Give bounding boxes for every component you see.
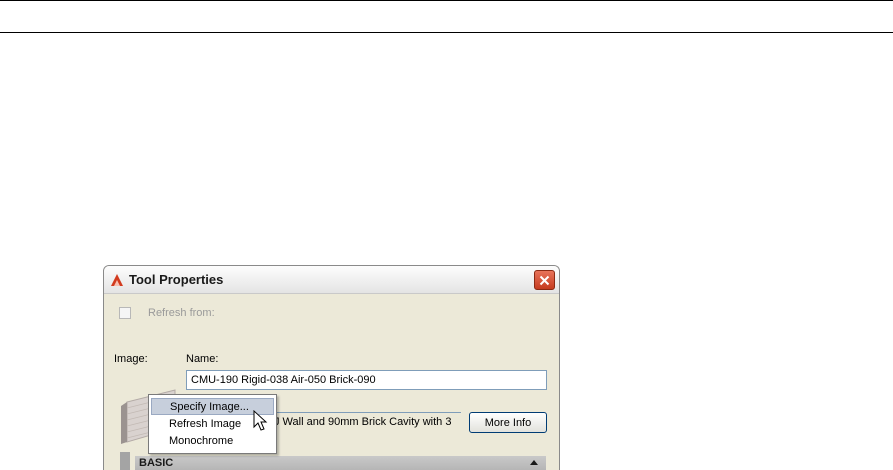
name-input[interactable]: CMU-190 Rigid-038 Air-050 Brick-090 [186, 370, 547, 390]
description-field[interactable]: J Wall and 90mm Brick Cavity with 3 [272, 412, 461, 432]
menu-item-monochrome[interactable]: Monochrome [151, 433, 274, 450]
dialog-title: Tool Properties [129, 272, 224, 287]
refresh-from-checkbox[interactable] [119, 307, 131, 319]
image-label: Image: [114, 353, 148, 365]
name-label: Name: [186, 353, 219, 365]
more-info-button[interactable]: More Info [469, 412, 547, 433]
title-bar[interactable]: Tool Properties [104, 266, 559, 294]
mouse-pointer-icon [253, 410, 268, 431]
section-header-basic-label: BASIC [139, 457, 174, 469]
section-header-basic[interactable]: BASIC [135, 456, 546, 470]
header-rule [0, 32, 893, 33]
close-icon [539, 275, 550, 285]
refresh-from-label: Refresh from: [148, 307, 215, 319]
palette-side-strip [120, 452, 130, 470]
top-rule [0, 0, 893, 1]
autocad-tool-icon [111, 274, 123, 286]
chevron-up-icon[interactable] [530, 459, 538, 465]
close-button[interactable] [534, 270, 555, 290]
